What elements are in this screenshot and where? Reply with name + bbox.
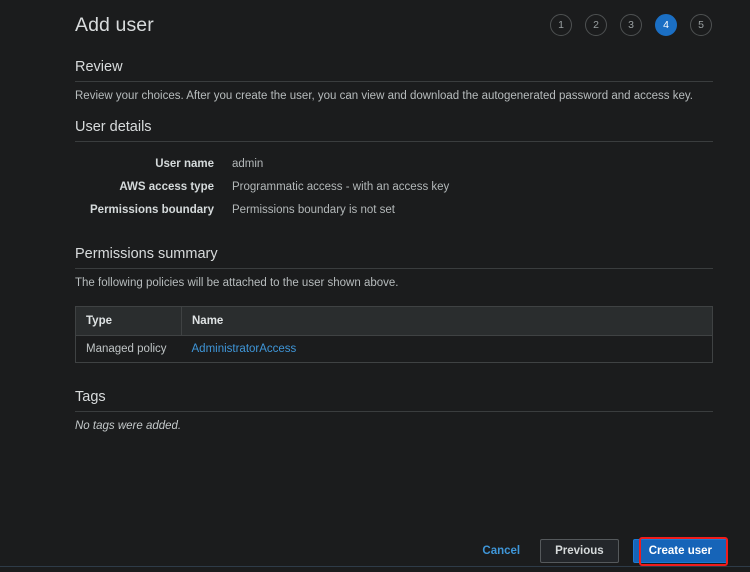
wizard-step-5[interactable]: 5 bbox=[690, 14, 712, 36]
detail-value-aws-access-type: Programmatic access - with an access key bbox=[232, 181, 450, 193]
policy-table: Type Name Managed policy AdministratorAc… bbox=[75, 306, 713, 363]
detail-row: Permissions boundary Permissions boundar… bbox=[75, 200, 713, 220]
user-details-section: User details User name admin AWS access … bbox=[75, 117, 713, 220]
column-header-type: Type bbox=[75, 306, 182, 336]
detail-label-aws-access-type: AWS access type bbox=[119, 181, 214, 193]
permissions-summary-description: The following policies will be attached … bbox=[75, 277, 399, 289]
policy-table-header-row: Type Name bbox=[75, 306, 713, 336]
footer-divider bbox=[0, 566, 750, 567]
permissions-summary-heading: Permissions summary bbox=[75, 246, 218, 262]
detail-row: User name admin bbox=[75, 154, 713, 174]
wizard-footer: Cancel Previous Create user bbox=[0, 535, 750, 567]
cell-policy-name: AdministratorAccess bbox=[181, 335, 713, 363]
create-user-button-wrap: Create user bbox=[632, 539, 728, 563]
detail-row: AWS access type Programmatic access - wi… bbox=[75, 177, 713, 197]
wizard-step-3[interactable]: 3 bbox=[620, 14, 642, 36]
wizard-step-4[interactable]: 4 bbox=[655, 14, 677, 36]
policy-table-head: Type Name bbox=[75, 306, 713, 336]
detail-label-user-name: User name bbox=[155, 158, 214, 170]
tags-empty-message: No tags were added. bbox=[75, 420, 182, 432]
policy-table-body: Managed policy AdministratorAccess bbox=[75, 335, 713, 363]
wizard-step-1[interactable]: 1 bbox=[550, 14, 572, 36]
previous-button[interactable]: Previous bbox=[540, 539, 619, 563]
wizard-content: Add user 1 2 3 4 5 Review Review your ch… bbox=[75, 0, 713, 434]
column-header-name: Name bbox=[181, 306, 713, 336]
permissions-summary-section: Permissions summary The following polici… bbox=[75, 244, 713, 363]
user-details-list: User name admin AWS access type Programm… bbox=[75, 142, 713, 220]
detail-label-permissions-boundary: Permissions boundary bbox=[90, 204, 214, 216]
page-header: Add user 1 2 3 4 5 bbox=[75, 0, 713, 50]
user-details-heading: User details bbox=[75, 119, 152, 135]
review-section: Review Review your choices. After you cr… bbox=[75, 57, 713, 104]
cell-policy-type: Managed policy bbox=[75, 335, 182, 363]
add-user-wizard-page: Add user 1 2 3 4 5 Review Review your ch… bbox=[0, 0, 750, 572]
wizard-step-2[interactable]: 2 bbox=[585, 14, 607, 36]
review-description: Review your choices. After you create th… bbox=[75, 90, 693, 102]
review-heading: Review bbox=[75, 59, 123, 75]
detail-value-permissions-boundary: Permissions boundary is not set bbox=[232, 204, 395, 216]
tags-heading: Tags bbox=[75, 389, 106, 405]
cancel-button[interactable]: Cancel bbox=[476, 541, 526, 561]
page-title: Add user bbox=[75, 14, 154, 36]
detail-value-user-name: admin bbox=[232, 158, 264, 170]
table-row: Managed policy AdministratorAccess bbox=[75, 335, 713, 363]
wizard-stepper: 1 2 3 4 5 bbox=[550, 14, 713, 36]
policy-name-link[interactable]: AdministratorAccess bbox=[192, 343, 297, 355]
create-user-button[interactable]: Create user bbox=[632, 539, 728, 563]
tags-section: Tags No tags were added. bbox=[75, 387, 713, 434]
